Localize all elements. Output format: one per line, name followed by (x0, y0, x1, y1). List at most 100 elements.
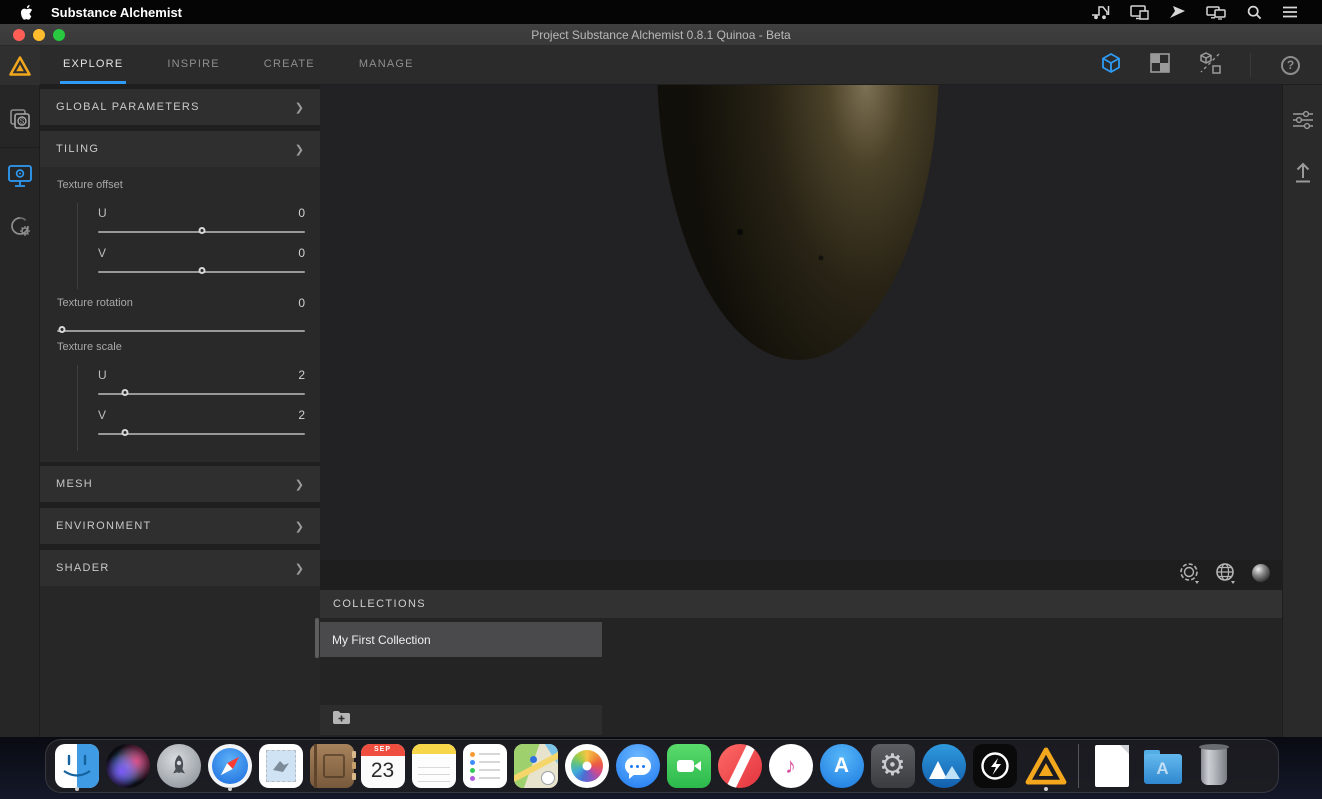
section-mesh[interactable]: MESH❯ (40, 466, 320, 502)
export-icon[interactable] (1283, 152, 1322, 192)
forklift-icon[interactable] (1091, 5, 1110, 20)
section-shader[interactable]: SHADER❯ (40, 550, 320, 586)
collection-item-selected[interactable]: My First Collection (320, 622, 602, 657)
offset-u-slider[interactable] (98, 231, 305, 233)
app-toolbar: EXPLORE INSPIRE CREATE MANAGE ? (0, 46, 1322, 85)
dock-document-icon[interactable] (1086, 740, 1137, 792)
toolbar-separator (1250, 53, 1251, 77)
offset-v-value[interactable]: 0 (298, 246, 305, 260)
chevron-right-icon: ❯ (295, 101, 304, 114)
menu-list-icon[interactable] (1282, 6, 1298, 18)
collections-header: COLLECTIONS (320, 590, 1282, 618)
viewport-display-icon[interactable] (0, 156, 40, 196)
dock-safari-icon[interactable] (204, 740, 255, 792)
environment-globe-icon[interactable] (1214, 561, 1238, 590)
chevron-right-icon: ❯ (295, 478, 304, 491)
3d-view-icon[interactable] (1100, 52, 1122, 79)
tiling-body: Texture offset U 0 V 0 Texture rotation … (40, 167, 320, 462)
scale-v-value[interactable]: 2 (298, 408, 305, 422)
filters-icon[interactable] (1283, 100, 1322, 140)
dock-contacts-icon[interactable] (306, 740, 357, 792)
viewport-toolbar (320, 560, 1282, 590)
scale-u-label: U (98, 368, 107, 382)
section-global-parameters[interactable]: GLOBAL PARAMETERS❯ (40, 89, 320, 125)
dual-displays-icon[interactable] (1206, 5, 1227, 20)
dock-messages-icon[interactable] (612, 740, 663, 792)
dock-itunes-icon[interactable]: ♪ (765, 740, 816, 792)
dock-app-store-icon[interactable]: A (816, 740, 867, 792)
close-window-button[interactable] (13, 29, 25, 41)
minimize-window-button[interactable] (33, 29, 45, 41)
add-collection-icon[interactable] (332, 710, 351, 730)
dock-calendar-icon[interactable]: SEP23 (357, 740, 408, 792)
dock-applications-folder-icon[interactable]: A (1137, 740, 1188, 792)
tab-inspire[interactable]: INSPIRE (164, 46, 222, 84)
texture-rotation-slider[interactable] (57, 330, 305, 332)
chevron-right-icon: ❯ (295, 520, 304, 533)
viewport-3d[interactable] (320, 85, 1282, 560)
menubar-app-name[interactable]: Substance Alchemist (51, 5, 182, 20)
offset-v-label: V (98, 246, 106, 260)
dock: SEP23 ♪ A ⚙ A (45, 739, 1279, 793)
chevron-right-icon: ❯ (295, 562, 304, 575)
collections-panel: COLLECTIONS My First Collection (320, 590, 1282, 737)
environment-settings-icon[interactable] (1178, 561, 1202, 590)
dock-mountain-app-icon[interactable] (918, 740, 969, 792)
alchemist-logo[interactable] (0, 46, 40, 85)
spotlight-search-icon[interactable] (1247, 5, 1262, 20)
scale-u-slider[interactable] (98, 393, 305, 395)
macos-menubar: Substance Alchemist (0, 0, 1322, 24)
window-titlebar[interactable]: Project Substance Alchemist 0.8.1 Quinoa… (0, 24, 1322, 46)
apple-menu-icon[interactable] (20, 5, 33, 20)
dock-maps-icon[interactable] (510, 740, 561, 792)
scale-v-label: V (98, 408, 106, 422)
panel-scrollbar[interactable] (315, 618, 319, 658)
materials-stack-icon[interactable]: S (0, 99, 40, 139)
dock-mail-icon[interactable] (255, 740, 306, 792)
panel-empty-area (40, 586, 320, 737)
render-settings-icon[interactable] (0, 206, 40, 246)
dock-siri-icon[interactable] (102, 740, 153, 792)
dock-substance-alchemist-icon[interactable] (1020, 740, 1071, 792)
dock-divider (1078, 744, 1079, 788)
window-title: Project Substance Alchemist 0.8.1 Quinoa… (531, 28, 790, 42)
parameters-panel: GLOBAL PARAMETERS❯ TILING❯ Texture offse… (40, 85, 320, 737)
display-mirroring-icon[interactable] (1130, 5, 1149, 20)
svg-text:S: S (20, 119, 25, 126)
scale-u-value[interactable]: 2 (298, 368, 305, 382)
tab-manage[interactable]: MANAGE (356, 46, 417, 84)
dock-photos-icon[interactable] (561, 740, 612, 792)
tab-explore[interactable]: EXPLORE (60, 46, 126, 84)
main-tabs: EXPLORE INSPIRE CREATE MANAGE (60, 46, 417, 84)
right-icon-rail (1282, 85, 1322, 737)
dock-reminders-icon[interactable] (459, 740, 510, 792)
dock-system-preferences-icon[interactable]: ⚙ (867, 740, 918, 792)
dock-finder-icon[interactable] (51, 740, 102, 792)
scale-v-slider[interactable] (98, 433, 305, 435)
section-environment[interactable]: ENVIRONMENT❯ (40, 508, 320, 544)
compare-view-icon[interactable] (1198, 51, 1222, 80)
dock-launchpad-icon[interactable] (153, 740, 204, 792)
offset-u-value[interactable]: 0 (298, 206, 305, 220)
split-view-icon[interactable] (1150, 53, 1170, 78)
texture-rotation-value[interactable]: 0 (298, 296, 305, 310)
texture-offset-label: Texture offset (57, 179, 123, 191)
collections-footer-bar (320, 705, 602, 735)
tab-create[interactable]: CREATE (261, 46, 318, 84)
dock-facetime-icon[interactable] (663, 740, 714, 792)
section-tiling[interactable]: TILING❯ (40, 131, 320, 167)
material-sphere-icon[interactable] (1250, 562, 1272, 589)
dock-news-icon[interactable] (714, 740, 765, 792)
help-icon[interactable]: ? (1281, 56, 1300, 75)
offset-v-slider[interactable] (98, 271, 305, 273)
material-preview-mesh (320, 85, 1282, 560)
dock-notes-icon[interactable] (408, 740, 459, 792)
texture-rotation-label: Texture rotation (57, 297, 133, 309)
dock-trash-icon[interactable] (1188, 740, 1239, 792)
texture-scale-group: U 2 V 2 (77, 365, 305, 451)
dock-substance-painter-icon[interactable] (969, 740, 1020, 792)
zoom-window-button[interactable] (53, 29, 65, 41)
send-to-device-icon[interactable] (1169, 5, 1186, 20)
texture-scale-label: Texture scale (57, 341, 122, 353)
texture-offset-group: U 0 V 0 (77, 203, 305, 289)
